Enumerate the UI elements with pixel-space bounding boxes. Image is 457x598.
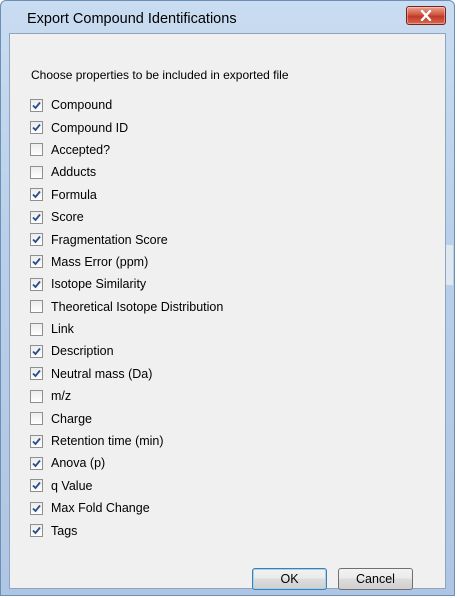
checkmark-icon bbox=[32, 459, 41, 468]
property-item[interactable]: Theoretical Isotope Distribution bbox=[30, 296, 223, 318]
property-label: Score bbox=[51, 210, 84, 225]
checkmark-icon bbox=[32, 527, 41, 535]
property-checkbox[interactable] bbox=[30, 121, 43, 135]
dialog-window: Export Compound Identifications Choose p… bbox=[0, 0, 455, 596]
property-item[interactable]: Charge bbox=[30, 407, 223, 429]
checkmark-icon bbox=[32, 101, 41, 110]
property-label: Charge bbox=[51, 411, 92, 426]
property-label: q Value bbox=[51, 478, 93, 493]
property-label: Isotope Similarity bbox=[51, 277, 147, 292]
property-label: Retention time (min) bbox=[51, 434, 164, 449]
checkmark-icon bbox=[32, 124, 41, 132]
ok-button[interactable]: OK bbox=[252, 568, 327, 590]
property-label: Anova (p) bbox=[51, 456, 106, 471]
property-item[interactable]: Description bbox=[30, 340, 223, 362]
property-checkbox-list: Compound Compound ID Accepted? Adducts Formu… bbox=[30, 94, 223, 542]
property-label: Mass Error (ppm) bbox=[51, 254, 149, 269]
checkmark-icon bbox=[32, 482, 41, 490]
property-checkbox[interactable] bbox=[30, 367, 43, 381]
property-checkbox[interactable] bbox=[30, 165, 43, 179]
checkmark-icon bbox=[32, 191, 41, 199]
property-checkbox[interactable] bbox=[30, 456, 43, 470]
close-button[interactable] bbox=[406, 6, 446, 25]
checkmark-icon bbox=[32, 235, 41, 244]
property-item[interactable]: Mass Error (ppm) bbox=[30, 251, 223, 273]
property-checkbox[interactable] bbox=[30, 501, 43, 515]
property-label: Accepted? bbox=[51, 142, 111, 157]
property-label: Adducts bbox=[51, 165, 97, 180]
property-label: Tags bbox=[51, 523, 78, 538]
property-item[interactable]: Adducts bbox=[30, 161, 223, 183]
property-item[interactable]: Retention time (min) bbox=[30, 430, 223, 452]
window-title: Export Compound Identifications bbox=[27, 11, 237, 27]
property-label: Max Fold Change bbox=[51, 501, 150, 516]
title-bar[interactable]: Export Compound Identifications bbox=[1, 1, 454, 33]
ok-button-label: OK bbox=[280, 572, 299, 586]
property-checkbox[interactable] bbox=[30, 434, 43, 448]
property-item[interactable]: Accepted? bbox=[30, 139, 223, 161]
checkmark-icon bbox=[32, 504, 41, 513]
property-item[interactable]: Link bbox=[30, 318, 223, 340]
close-icon bbox=[420, 10, 432, 21]
property-label: Formula bbox=[51, 187, 97, 202]
checkmark-icon bbox=[32, 258, 41, 266]
property-item[interactable]: Compound ID bbox=[30, 116, 223, 138]
checkmark-icon bbox=[32, 437, 41, 445]
cancel-button[interactable]: Cancel bbox=[338, 568, 413, 590]
property-label: Description bbox=[51, 344, 114, 359]
property-label: Fragmentation Score bbox=[51, 232, 168, 247]
property-checkbox[interactable] bbox=[30, 344, 43, 358]
property-label: m/z bbox=[51, 389, 72, 404]
property-checkbox[interactable] bbox=[30, 210, 43, 224]
property-checkbox[interactable] bbox=[30, 233, 43, 247]
property-label: Compound bbox=[51, 98, 113, 113]
property-checkbox[interactable] bbox=[30, 479, 43, 493]
property-label: Link bbox=[51, 322, 74, 337]
property-label: Compound ID bbox=[51, 120, 129, 135]
checkmark-icon bbox=[32, 347, 41, 356]
property-checkbox[interactable] bbox=[30, 98, 43, 112]
property-checkbox[interactable] bbox=[30, 389, 43, 403]
property-checkbox[interactable] bbox=[30, 277, 43, 291]
property-label: Theoretical Isotope Distribution bbox=[51, 299, 224, 314]
property-item[interactable]: Compound bbox=[30, 94, 223, 116]
property-label: Neutral mass (Da) bbox=[51, 366, 153, 381]
property-item[interactable]: m/z bbox=[30, 385, 223, 407]
property-checkbox[interactable] bbox=[30, 524, 43, 538]
checkmark-icon bbox=[32, 370, 41, 378]
property-checkbox[interactable] bbox=[30, 412, 43, 426]
property-item[interactable]: Neutral mass (Da) bbox=[30, 363, 223, 385]
property-item[interactable]: Tags bbox=[30, 519, 223, 541]
property-item[interactable]: Max Fold Change bbox=[30, 497, 223, 519]
checkmark-icon bbox=[32, 213, 41, 221]
checkmark-icon bbox=[32, 280, 41, 289]
cancel-button-label: Cancel bbox=[356, 572, 395, 586]
property-item[interactable]: Formula bbox=[30, 184, 223, 206]
property-item[interactable]: Isotope Similarity bbox=[30, 273, 223, 295]
instruction-text: Choose properties to be included in expo… bbox=[31, 68, 289, 82]
property-item[interactable]: Fragmentation Score bbox=[30, 228, 223, 250]
property-checkbox[interactable] bbox=[30, 300, 43, 314]
property-checkbox[interactable] bbox=[30, 188, 43, 202]
property-checkbox[interactable] bbox=[30, 143, 43, 157]
property-item[interactable]: Score bbox=[30, 206, 223, 228]
property-checkbox[interactable] bbox=[30, 322, 43, 336]
property-item[interactable]: q Value bbox=[30, 475, 223, 497]
property-checkbox[interactable] bbox=[30, 255, 43, 269]
dialog-client-area: Choose properties to be included in expo… bbox=[9, 33, 446, 590]
property-item[interactable]: Anova (p) bbox=[30, 452, 223, 474]
